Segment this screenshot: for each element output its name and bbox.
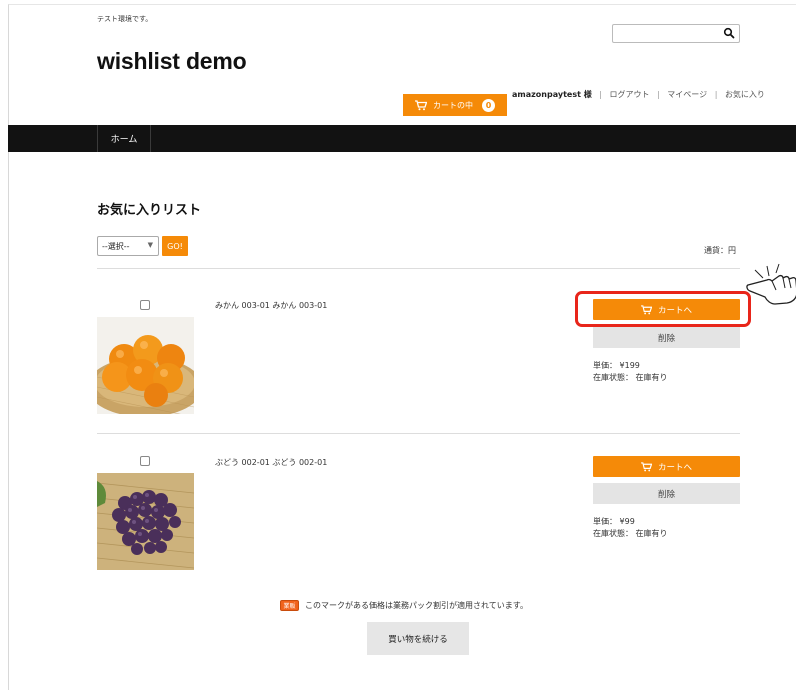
cart-count-badge: 0 [482,98,495,112]
chevron-down-icon: ▼ [147,241,153,249]
mandarin-oranges-photo [97,317,194,414]
separator: | [599,90,602,99]
cart-icon [641,461,652,471]
nav-item-home[interactable]: ホーム [97,125,151,152]
logout-link[interactable]: ログアウト [610,90,650,99]
item-name[interactable]: みかん 003-01 みかん 003-01 [215,300,327,311]
stock-status: 在庫状態： 在庫有り [593,529,668,538]
add-to-cart-label: カートへ [657,462,692,473]
highlight-annotation [575,291,751,327]
item-meta: 単価： ¥99 在庫状態： 在庫有り [593,516,668,540]
separator: | [714,90,718,99]
search-icon[interactable] [723,27,735,39]
separator: | [657,90,660,99]
divider [97,433,740,434]
item-checkbox[interactable] [140,456,150,466]
unit-price: 単価： ¥199 [593,361,640,370]
site-title[interactable]: wishlist demo [97,48,247,75]
unit-price: 単価： ¥99 [593,517,635,526]
continue-shopping-button[interactable]: 買い物を続ける [367,622,469,655]
discount-note-text: このマークがある価格は業務パック割引が適用されています。 [305,601,528,610]
search-input[interactable] [612,24,740,43]
page-title: お気に入りリスト [97,203,202,218]
divider [97,268,740,269]
username: amazonpaytest 様 [512,90,592,99]
delete-button[interactable]: 削除 [593,483,740,504]
product-image-grapes[interactable] [97,473,194,570]
cart-icon [415,99,427,110]
mypage-link[interactable]: マイページ [667,90,707,99]
go-button[interactable]: GO! [162,236,188,256]
currency-label: 通貨：円 [704,246,736,255]
cart-label: カートの中 [433,100,473,110]
add-to-cart-button[interactable]: カートへ [593,456,740,477]
item-checkbox[interactable] [140,300,150,310]
item-name[interactable]: ぶどう 002-01 ぶどう 002-01 [215,457,327,468]
delete-button[interactable]: 削除 [593,327,740,348]
product-image-mandarin[interactable] [97,317,194,414]
test-environment-note: テスト環境です。 [97,15,153,23]
bulk-action-select[interactable]: --選択-- ▼ [97,236,159,256]
pointing-hand-icon [746,263,796,305]
bulk-discount-badge: 業販 [280,600,299,611]
discount-note: 業販 このマークがある価格は業務パック割引が適用されています。 [280,600,528,611]
select-value: --選択-- [102,241,130,251]
stock-status: 在庫状態： 在庫有り [593,373,668,382]
cart-button[interactable]: カートの中 0 [403,94,507,116]
item-meta: 単価： ¥199 在庫状態： 在庫有り [593,360,668,384]
user-navigation: amazonpaytest 様 | ログアウト | マイページ | お気に入り [512,89,765,100]
grapes-photo [97,473,194,570]
favorites-link[interactable]: お気に入り [725,90,765,99]
